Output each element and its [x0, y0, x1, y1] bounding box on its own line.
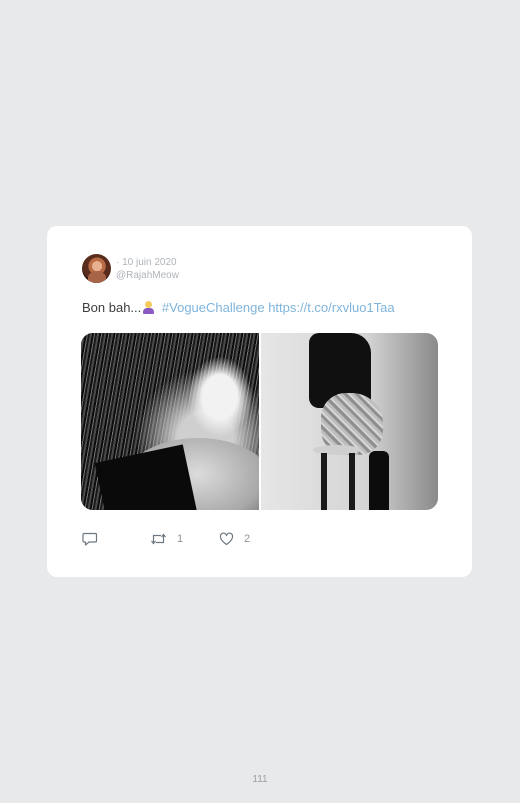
speech-bubble-icon — [82, 532, 98, 546]
reply-button[interactable] — [82, 531, 98, 547]
heart-icon — [219, 532, 234, 546]
photo-stool[interactable] — [260, 333, 438, 510]
tweet-text-prefix: Bon bah... — [82, 300, 142, 315]
woman-shrugging-emoji-icon — [142, 301, 155, 314]
tweet-meta: · 10 juin 2020 @RajahMeow — [116, 256, 316, 282]
tweet-date: · 10 juin 2020 — [116, 257, 177, 268]
tweet-actions: 1 2 — [82, 531, 382, 547]
retweet-count: 1 — [177, 533, 184, 545]
photo-portrait[interactable] — [81, 333, 259, 510]
retweet-button[interactable]: 1 — [150, 531, 183, 547]
tweet-text: Bon bah... #VogueChallenge https://t.co/… — [82, 300, 395, 316]
hashtag-link[interactable]: #VogueChallenge — [162, 300, 265, 315]
like-button[interactable]: 2 — [219, 531, 250, 547]
url-link[interactable]: https://t.co/rxvluo1Taa — [268, 300, 394, 315]
like-count: 2 — [244, 533, 251, 545]
avatar[interactable] — [82, 254, 111, 283]
user-handle[interactable]: @RajahMeow — [116, 269, 316, 282]
retweet-arrows-icon — [151, 533, 166, 545]
tweet-media — [81, 333, 438, 510]
tweet-card: · 10 juin 2020 @RajahMeow Bon bah... #Vo… — [47, 226, 472, 577]
page-number: 111 — [252, 774, 268, 785]
